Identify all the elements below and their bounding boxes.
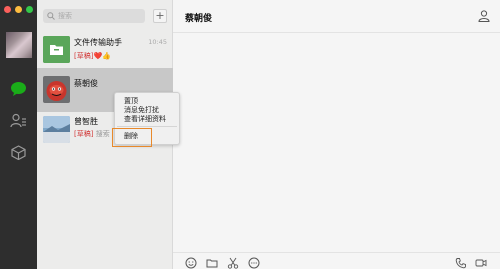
chat-name: 蔡朝俊 [74, 79, 98, 88]
emoji-icon[interactable] [185, 257, 197, 269]
chat-icon[interactable] [10, 81, 27, 96]
conversation-header: 蔡朝俊 [173, 0, 500, 33]
contact-avatar [43, 76, 70, 103]
chat-name: 文件传输助手 [74, 38, 122, 47]
menu-separator [117, 126, 177, 127]
chat-name: 曾智胜 [74, 117, 98, 126]
phone-icon[interactable] [455, 257, 467, 269]
user-avatar[interactable] [6, 32, 32, 58]
chat-item-file-transfer[interactable]: 文件传输助手 10:45 [草稿]❤️👍 [37, 28, 173, 72]
preview-text: ❤️👍 [93, 52, 111, 60]
favorites-icon[interactable] [10, 145, 27, 160]
conversation-title: 蔡朝俊 [185, 14, 213, 24]
search-input[interactable]: 搜索 [43, 9, 145, 23]
person-icon[interactable] [478, 10, 490, 22]
video-call-icon[interactable] [475, 257, 487, 269]
left-rail [0, 0, 37, 269]
draft-label: [草稿] [74, 52, 94, 60]
minimize-window-button[interactable] [15, 6, 22, 13]
add-button[interactable]: + [153, 9, 167, 23]
avatar-image [43, 76, 70, 103]
file-transfer-avatar [43, 36, 70, 63]
scissors-icon[interactable] [227, 257, 239, 269]
delete-highlight-box [112, 128, 152, 147]
search-placeholder: 搜索 [58, 12, 72, 20]
composer-divider [173, 252, 500, 253]
preview-text: 搜索 [95, 130, 110, 138]
folder-icon[interactable] [206, 257, 218, 269]
maximize-window-button[interactable] [26, 6, 33, 13]
conversation-pane: 蔡朝俊 [173, 0, 500, 269]
draft-label: [草稿] [74, 130, 94, 138]
chat-preview: [草稿]❤️👍 [74, 51, 111, 61]
contact-avatar [43, 116, 70, 143]
search-icon [47, 12, 55, 20]
chat-bubble-icon[interactable] [248, 257, 260, 269]
close-window-button[interactable] [4, 6, 11, 13]
chat-time: 10:45 [148, 38, 167, 46]
chat-preview: [草稿] 搜索 [74, 129, 110, 139]
window-controls [4, 6, 33, 13]
menu-item-view-profile[interactable]: 查看详细资料 [124, 114, 166, 124]
avatar-image [43, 116, 70, 143]
contacts-icon[interactable] [10, 113, 27, 128]
folder-icon [43, 36, 70, 63]
